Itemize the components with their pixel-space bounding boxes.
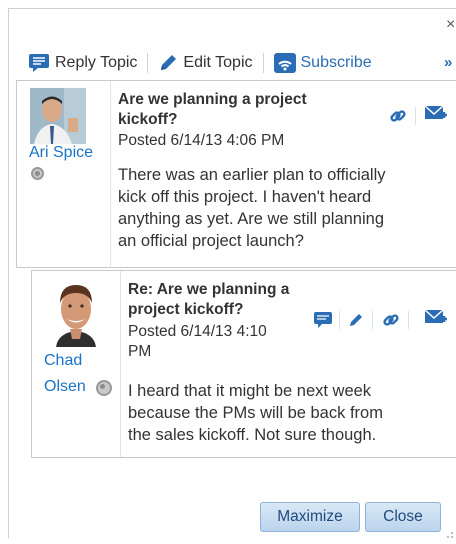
subscribe-icon [273, 53, 296, 73]
post-timestamp-line: Posted 6/14/13 4:10 [128, 323, 267, 340]
toolbar-separator [147, 53, 149, 73]
pencil-icon [158, 53, 178, 73]
avatar[interactable] [30, 88, 86, 144]
toolbar: Reply Topic Edit Topic Subscribe [28, 52, 372, 74]
edit-topic-label: Edit Topic [183, 54, 253, 71]
action-separator [372, 311, 373, 329]
post-body-line: I heard that it might be next week [128, 382, 372, 400]
post-title-line: Are we planning a project [118, 91, 307, 108]
post-body-line: an official project launch? [118, 232, 304, 250]
email-post-button[interactable] [424, 103, 448, 130]
toolbar-separator [262, 53, 264, 73]
subscribe-button[interactable]: Subscribe [273, 53, 372, 73]
reply-topic-label: Reply Topic [55, 54, 138, 71]
post-body-line: There was an earlier plan to officially [118, 166, 386, 184]
link-icon [382, 311, 400, 334]
reply-icon [28, 53, 50, 73]
edit-topic-button[interactable]: Edit Topic [158, 53, 253, 73]
post-timestamp-line: PM [128, 343, 152, 360]
post-title-line: kickoff? [118, 111, 178, 128]
post-timestamp: Posted 6/14/13 4:10 PM [128, 322, 267, 362]
post-title: Are we planning a project kickoff? [118, 90, 307, 130]
post-timestamp: Posted 6/14/13 4:06 PM [118, 132, 285, 149]
permalink-button[interactable] [382, 311, 400, 334]
action-separator [339, 311, 340, 329]
author-name[interactable]: Olsen [44, 378, 86, 396]
email-post-button[interactable] [424, 307, 448, 334]
avatar[interactable] [48, 279, 104, 347]
reply-post: Chad Olsen Re: Are we planning a project… [31, 270, 456, 458]
author-name[interactable]: Ari Spice [29, 144, 93, 162]
maximize-button[interactable]: Maximize [260, 502, 360, 532]
author-panel: Ari Spice [17, 81, 110, 267]
post-body-line: because the PMs will be back from [128, 404, 383, 422]
topic-post: Ari Spice Are we planning a project kick… [16, 80, 456, 268]
post-title-line: project kickoff? [128, 301, 244, 318]
post-title-line: Re: Are we planning a [128, 281, 290, 298]
reply-topic-button[interactable]: Reply Topic [28, 53, 137, 73]
reply-icon [313, 311, 333, 334]
close-button[interactable]: Close [365, 502, 441, 532]
presence-status-icon [96, 380, 112, 396]
permalink-button[interactable] [389, 107, 407, 130]
subscribe-label: Subscribe [300, 54, 372, 71]
column-divider [110, 81, 111, 267]
post-body: There was an earlier plan to officially … [118, 164, 386, 252]
post-body-line: kick off this project. I haven't heard [118, 188, 372, 206]
column-divider [120, 271, 121, 457]
more-actions-icon[interactable]: » [444, 54, 452, 71]
email-add-icon [424, 103, 448, 130]
action-separator [408, 311, 409, 329]
reply-button[interactable] [313, 311, 333, 334]
edit-button[interactable] [347, 311, 365, 334]
presence-status-icon [31, 167, 44, 180]
email-add-icon [424, 307, 448, 334]
author-name[interactable]: Chad [44, 352, 82, 370]
link-icon [389, 107, 407, 130]
post-body-line: the sales kickoff. Not sure though. [128, 426, 377, 444]
post-title: Re: Are we planning a project kickoff? [128, 280, 289, 320]
close-icon[interactable]: × [446, 16, 455, 34]
resize-grip-icon[interactable] [446, 526, 454, 538]
pencil-icon [347, 311, 365, 334]
action-separator [415, 107, 416, 125]
post-body: I heard that it might be next week becau… [128, 380, 383, 446]
post-body-line: anything as yet. Are we still planning [118, 210, 384, 228]
